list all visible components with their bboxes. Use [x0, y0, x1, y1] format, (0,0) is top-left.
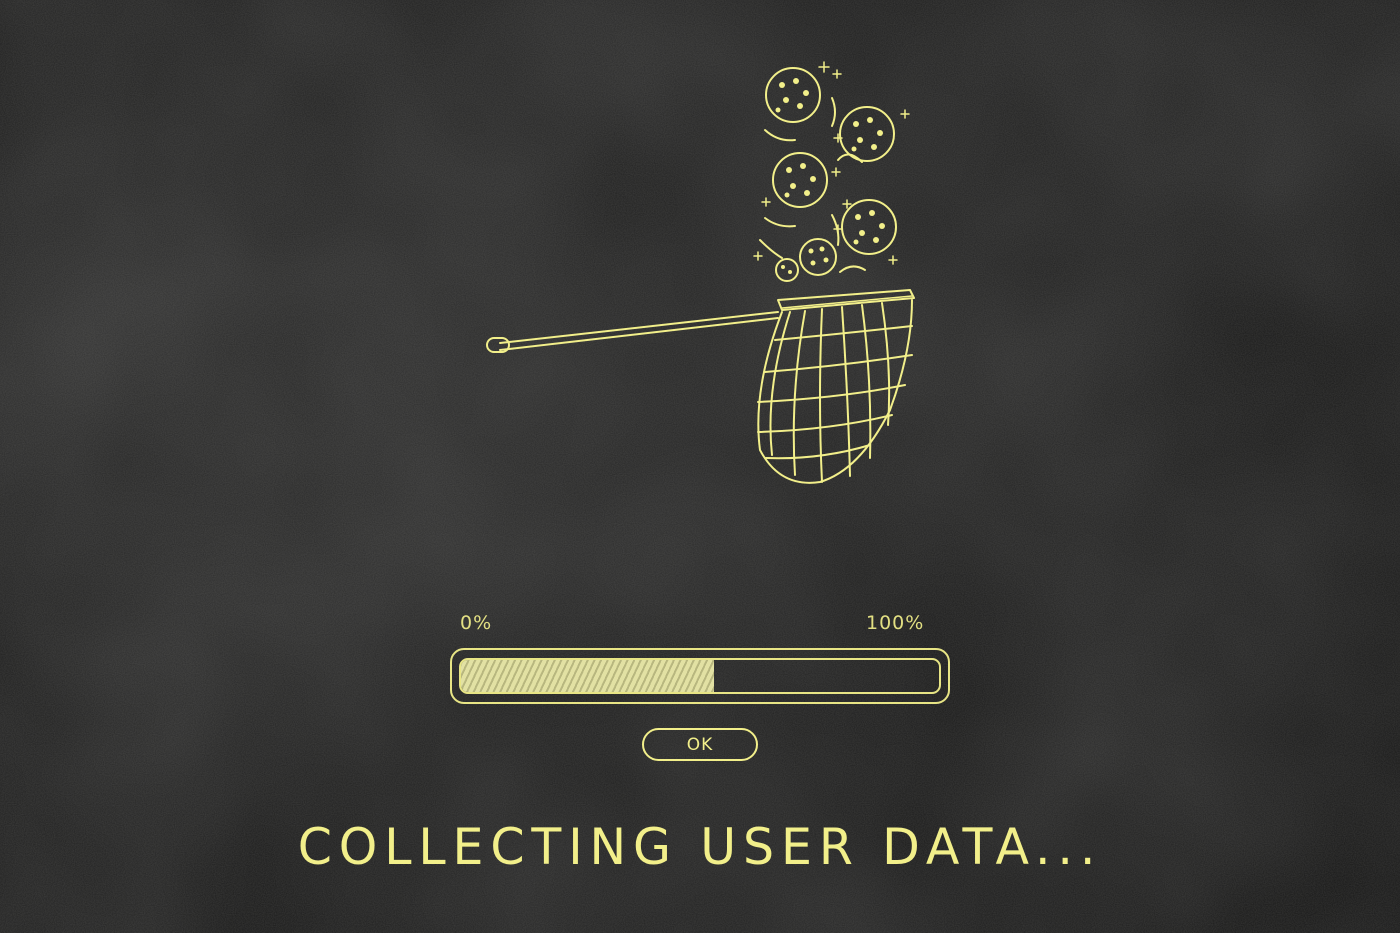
cookie-icon	[839, 106, 895, 162]
progress-bar-fill	[461, 660, 715, 692]
progress-bar	[450, 648, 950, 704]
progress-max-label: 100%	[866, 612, 925, 634]
chalkboard-canvas: 0% 100% OK COLLECTING USER DATA...	[0, 0, 1400, 933]
progress-min-label: 0%	[460, 612, 493, 634]
caption-text: COLLECTING USER DATA...	[297, 818, 1103, 876]
butterfly-net-illustration	[486, 61, 915, 484]
cookie-icon	[841, 199, 897, 255]
cookie-icon	[775, 258, 799, 282]
ok-button[interactable]: OK	[642, 728, 758, 761]
cookie-icon	[772, 152, 828, 208]
progress-bar-track	[459, 658, 941, 694]
cookie-icon	[799, 238, 837, 276]
cookie-icon	[765, 67, 821, 123]
